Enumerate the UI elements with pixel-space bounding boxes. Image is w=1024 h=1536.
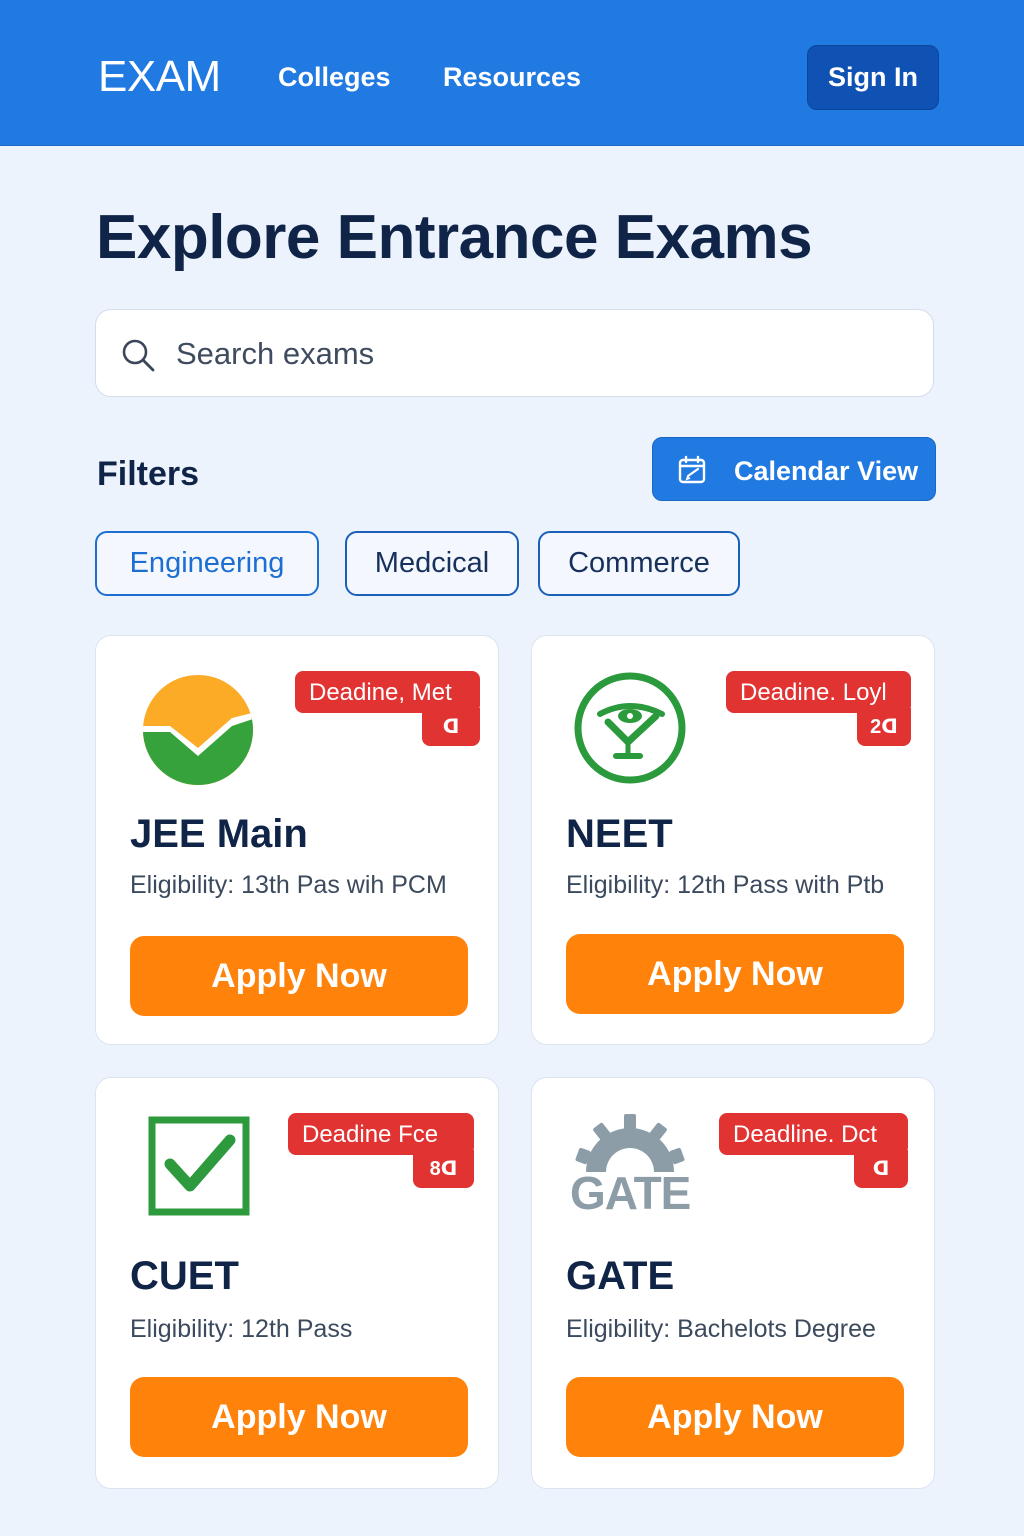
exam-eligibility: Eligibility: Bachelots Degree (566, 1315, 876, 1343)
calendar-view-label: Calendar View (734, 456, 919, 486)
exam-eligibility: Eligibility: 13th Pas wih PCM (130, 871, 447, 899)
exam-eligibility: Eligibility: 12th Pass with Ptb (566, 871, 885, 899)
exam-card-gate[interactable]: GATE Deadline. Dct ᗡ GATE Eligibility: B… (531, 1077, 935, 1489)
top-navbar: EXAM Colleges Resources Sign In (0, 0, 1024, 146)
nav-link-colleges[interactable]: Colleges (278, 62, 391, 93)
green-checkbox-logo (148, 1116, 250, 1216)
page-title: Explore Entrance Exams (96, 203, 813, 272)
calendar-view-button[interactable]: Calendar View (652, 437, 936, 501)
deadline-badge: Deadine Fce (288, 1113, 474, 1155)
filter-chip-medical[interactable]: Medcical (345, 531, 519, 596)
deadline-badge: Deadine, Met (295, 671, 480, 713)
deadline-badge-date: 8ᗡ (413, 1150, 474, 1188)
sign-in-button[interactable]: Sign In (807, 45, 939, 110)
nav-link-resources[interactable]: Resources (443, 62, 581, 93)
brand-logo-text[interactable]: EXAM (98, 52, 221, 102)
search-box[interactable] (95, 309, 934, 397)
orange-green-check-logo (143, 675, 253, 785)
deadline-badge: Deadline. Dct (719, 1113, 908, 1155)
filter-chip-engineering[interactable]: Engineering (95, 531, 319, 596)
exam-card-neet[interactable]: Deadine. Loyl 2ᗡ NEET Eligibility: 12th … (531, 635, 935, 1045)
filter-chip-commerce[interactable]: Commerce (538, 531, 740, 596)
exam-name: NEET (566, 812, 673, 856)
apply-now-button[interactable]: Apply Now (566, 1377, 904, 1457)
calendar-icon (678, 455, 706, 484)
apply-now-button[interactable]: Apply Now (130, 1377, 468, 1457)
deadline-badge: Deadine. Loyl (726, 671, 911, 713)
filters-label: Filters (97, 455, 200, 493)
gate-gear-logo: GATE (568, 1108, 692, 1220)
deadline-badge-date: ᗡ (854, 1150, 908, 1188)
search-input[interactable] (176, 324, 906, 384)
green-circle-emblem-logo (574, 672, 686, 784)
deadline-badge-date: 2ᗡ (857, 708, 911, 746)
exam-name: JEE Main (130, 812, 308, 856)
exam-name: CUET (130, 1254, 239, 1298)
deadline-badge-date: ᗡ (422, 708, 480, 746)
search-icon (122, 339, 155, 372)
exam-card-jee-main[interactable]: Deadine, Met ᗡ JEE Main Eligibility: 13t… (95, 635, 499, 1045)
exam-card-cuet[interactable]: Deadine Fce 8ᗡ CUET Eligibility: 12th Pa… (95, 1077, 499, 1489)
exam-eligibility: Eligibility: 12th Pass (130, 1315, 353, 1343)
gate-logo-text: GATE (570, 1167, 691, 1219)
apply-now-button[interactable]: Apply Now (566, 934, 904, 1014)
exam-name: GATE (566, 1254, 675, 1298)
apply-now-button[interactable]: Apply Now (130, 936, 468, 1016)
